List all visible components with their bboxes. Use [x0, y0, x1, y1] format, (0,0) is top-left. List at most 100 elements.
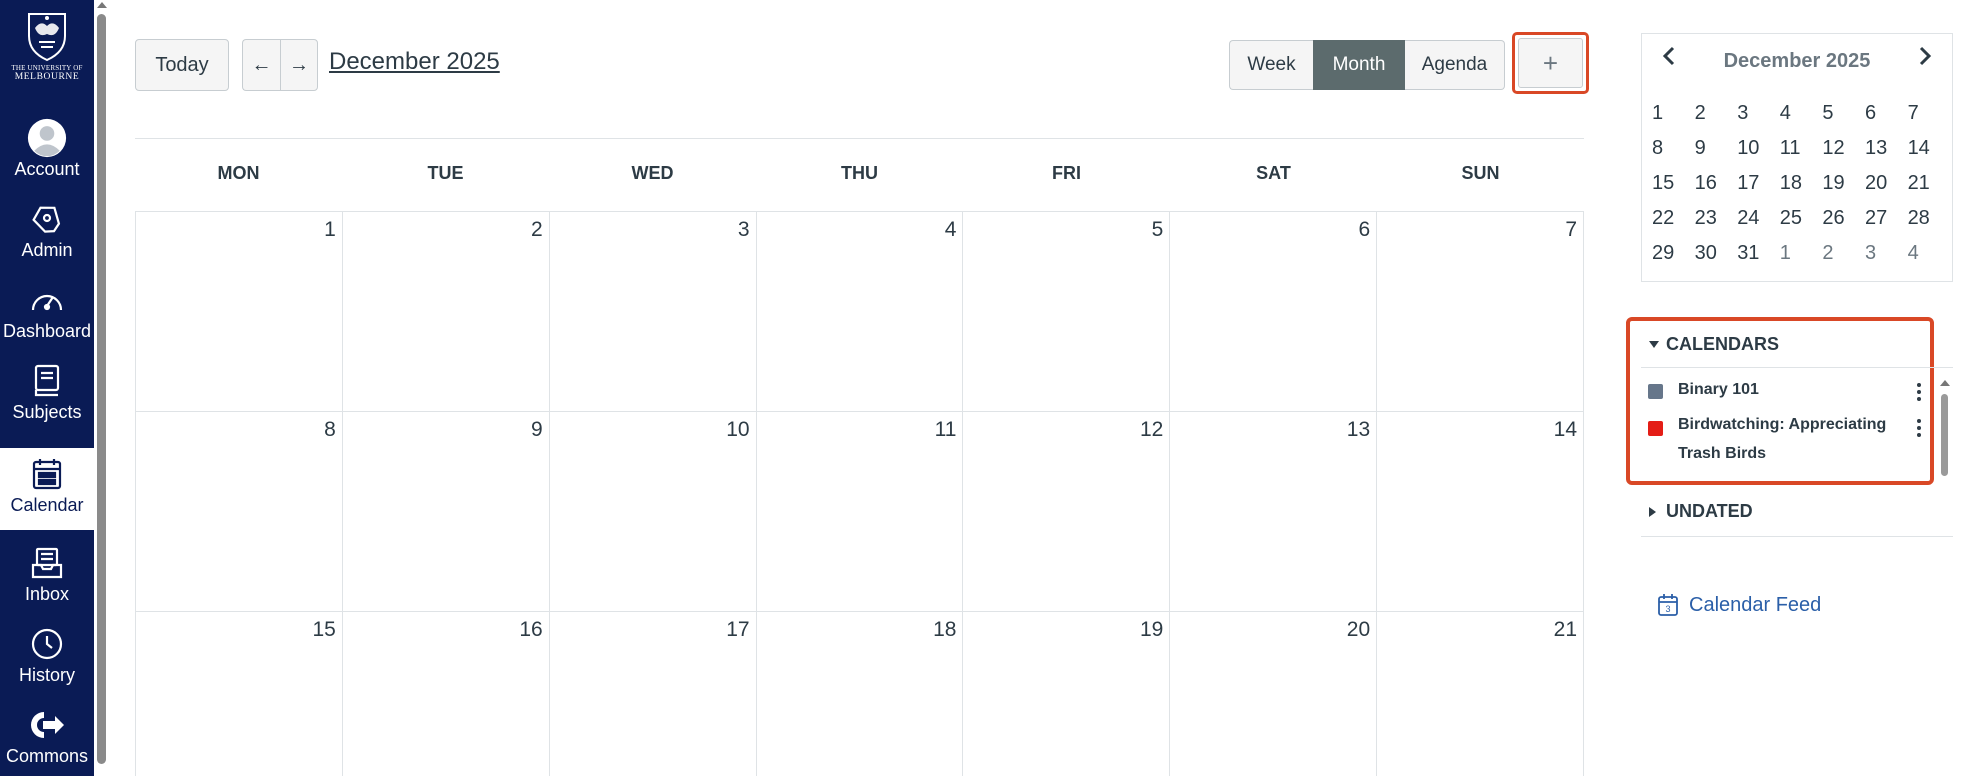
mini-day-next-month[interactable]: 1: [1776, 242, 1819, 277]
mini-day[interactable]: 5: [1818, 102, 1861, 137]
nav-history[interactable]: History: [0, 618, 94, 699]
mini-day[interactable]: 23: [1691, 207, 1734, 242]
mini-day[interactable]: 13: [1861, 137, 1904, 172]
day-cell[interactable]: 7: [1377, 212, 1585, 412]
day-cell[interactable]: 17: [550, 612, 757, 776]
scroll-up-arrow-icon[interactable]: [1940, 380, 1950, 386]
more-options-icon[interactable]: [1909, 415, 1929, 441]
week-row: 1 2 3 4 5 6 7: [136, 212, 1585, 412]
day-cell[interactable]: 19: [963, 612, 1171, 776]
mini-day[interactable]: 11: [1776, 137, 1819, 172]
mini-day[interactable]: 4: [1776, 102, 1819, 137]
day-cell[interactable]: 6: [1170, 212, 1378, 412]
history-clock-icon: [27, 624, 67, 664]
mini-day[interactable]: 25: [1776, 207, 1819, 242]
nav-scrollbar[interactable]: [94, 0, 110, 776]
mini-day[interactable]: 20: [1861, 172, 1904, 207]
today-button[interactable]: Today: [135, 39, 229, 91]
university-logo[interactable]: THE UNIVERSITY OF MELBOURNE: [0, 8, 94, 92]
mini-day[interactable]: 24: [1733, 207, 1776, 242]
mini-day[interactable]: 27: [1861, 207, 1904, 242]
calendar-feed-link[interactable]: 3 Calendar Feed: [1657, 593, 1821, 617]
day-number: 14: [1553, 418, 1578, 441]
mini-day[interactable]: 18: [1776, 172, 1819, 207]
day-cell[interactable]: 10: [549, 412, 757, 612]
day-number: 11: [934, 418, 957, 441]
mini-day[interactable]: 26: [1818, 207, 1861, 242]
mini-day[interactable]: 28: [1904, 207, 1947, 242]
mini-next-month-button[interactable]: [1918, 46, 1932, 72]
mini-day[interactable]: 16: [1691, 172, 1734, 207]
month-title[interactable]: December 2025: [329, 48, 500, 76]
mini-day-next-month[interactable]: 2: [1818, 242, 1861, 277]
day-cell[interactable]: 15: [136, 612, 343, 776]
day-cell[interactable]: 5: [963, 212, 1171, 412]
mini-day[interactable]: 10: [1733, 137, 1776, 172]
calendars-toggle[interactable]: CALENDARS: [1641, 332, 1953, 368]
day-cell[interactable]: 4: [756, 212, 964, 412]
day-cell[interactable]: 2: [342, 212, 550, 412]
nav-calendar[interactable]: Calendar: [0, 448, 94, 530]
day-cell[interactable]: 21: [1377, 612, 1585, 776]
next-month-button[interactable]: →: [280, 39, 318, 91]
scroll-up-arrow-icon[interactable]: [97, 2, 107, 8]
day-cell[interactable]: 1: [136, 212, 343, 412]
more-options-icon[interactable]: [1909, 379, 1929, 405]
mini-day[interactable]: 29: [1648, 242, 1691, 277]
scrollbar-thumb[interactable]: [1941, 394, 1948, 476]
add-event-button[interactable]: +: [1518, 38, 1583, 88]
day-cell[interactable]: 11: [756, 412, 964, 612]
nav-account[interactable]: Account: [0, 112, 94, 193]
mini-day-next-month[interactable]: 3: [1861, 242, 1904, 277]
mini-calendar: December 2025 1 2 3 4 5 6 7 8 9 10 11 12…: [1641, 33, 1953, 282]
day-cell[interactable]: 13: [1170, 412, 1378, 612]
global-nav: THE UNIVERSITY OF MELBOURNE Account Admi…: [0, 0, 94, 776]
agenda-view-button[interactable]: Agenda: [1405, 40, 1505, 90]
calendars-scrollbar[interactable]: [1939, 380, 1951, 480]
day-cell[interactable]: 8: [136, 412, 343, 612]
day-cell[interactable]: 14: [1377, 412, 1585, 612]
month-view-button[interactable]: Month: [1313, 40, 1405, 90]
day-cell[interactable]: 18: [757, 612, 964, 776]
day-cell[interactable]: 16: [343, 612, 550, 776]
mini-week-row: 8 9 10 11 12 13 14: [1648, 137, 1948, 172]
nav-dashboard[interactable]: Dashboard: [0, 274, 94, 355]
mini-day[interactable]: 6: [1861, 102, 1904, 137]
mini-day[interactable]: 21: [1904, 172, 1947, 207]
commons-icon: [27, 705, 67, 745]
mini-day[interactable]: 8: [1648, 137, 1691, 172]
mini-day[interactable]: 3: [1733, 102, 1776, 137]
mini-day[interactable]: 15: [1648, 172, 1691, 207]
undated-toggle[interactable]: UNDATED: [1641, 497, 1953, 537]
day-cell[interactable]: 20: [1170, 612, 1378, 776]
calendar-color-swatch[interactable]: [1648, 384, 1663, 399]
nav-admin[interactable]: Admin: [0, 193, 94, 274]
day-cell[interactable]: 3: [549, 212, 757, 412]
mini-day[interactable]: 31: [1733, 242, 1776, 277]
mini-day[interactable]: 19: [1818, 172, 1861, 207]
mini-day[interactable]: 2: [1691, 102, 1734, 137]
nav-inbox[interactable]: Inbox: [0, 537, 94, 618]
week-view-button[interactable]: Week: [1229, 40, 1313, 90]
calendar-color-swatch[interactable]: [1648, 421, 1663, 436]
mini-day[interactable]: 1: [1648, 102, 1691, 137]
day-cell[interactable]: 9: [342, 412, 550, 612]
calendar-item[interactable]: Birdwatching: Appreciating Trash Birds: [1648, 412, 1938, 470]
mini-day-next-month[interactable]: 4: [1904, 242, 1947, 277]
nav-commons[interactable]: Commons: [0, 699, 94, 776]
mini-day[interactable]: 30: [1691, 242, 1734, 277]
mini-day[interactable]: 14: [1904, 137, 1947, 172]
mini-day[interactable]: 22: [1648, 207, 1691, 242]
mini-day[interactable]: 12: [1818, 137, 1861, 172]
add-event-button-highlight[interactable]: +: [1512, 32, 1589, 94]
day-cell[interactable]: 12: [963, 412, 1171, 612]
day-number: 1: [324, 218, 336, 241]
day-number: 18: [933, 618, 957, 641]
mini-day[interactable]: 17: [1733, 172, 1776, 207]
mini-day[interactable]: 9: [1691, 137, 1734, 172]
scrollbar-thumb[interactable]: [97, 14, 106, 764]
mini-day[interactable]: 7: [1904, 102, 1947, 137]
prev-month-button[interactable]: ←: [242, 39, 280, 91]
nav-subjects[interactable]: Subjects: [0, 355, 94, 436]
calendar-item[interactable]: Binary 101: [1648, 376, 1938, 404]
